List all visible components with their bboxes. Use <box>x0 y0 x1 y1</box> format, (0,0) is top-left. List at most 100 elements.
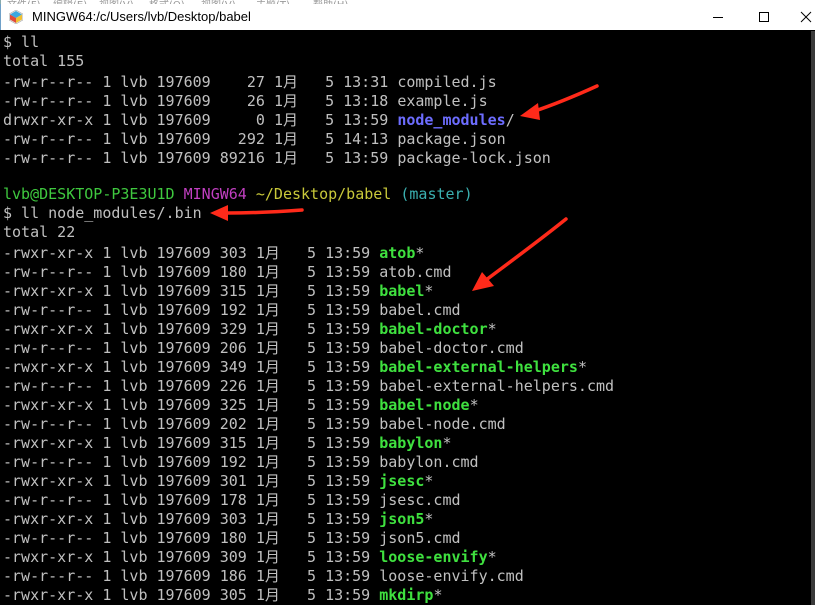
file-time: 13:59 <box>325 377 371 395</box>
file-group: 197609 <box>156 339 211 357</box>
file-day: 5 <box>307 510 317 528</box>
terminal-output[interactable]: $ ll total 155 -rw-r--r-- 1 lvb 197609 27 … <box>0 31 815 605</box>
file-group: 197609 <box>156 320 211 338</box>
close-button[interactable] <box>795 6 815 28</box>
file-links: 1 <box>102 472 112 490</box>
file-group: 197609 <box>156 510 211 528</box>
file-day: 5 <box>307 586 317 604</box>
scrollbar[interactable] <box>811 31 815 605</box>
file-size: 180 <box>219 529 247 547</box>
file-suffix: * <box>577 358 587 376</box>
file-name: loose-envify <box>379 548 488 566</box>
file-owner: lvb <box>120 358 148 376</box>
file-size: 303 <box>219 510 247 528</box>
file-day: 5 <box>307 320 317 338</box>
minimize-button[interactable] <box>704 6 732 28</box>
file-time: 13:59 <box>325 282 371 300</box>
file-owner: lvb <box>120 301 148 319</box>
file-size: 186 <box>219 567 247 585</box>
title-bar[interactable]: MINGW64:/c/Users/lvb/Desktop/babel <box>0 4 815 30</box>
file-time: 13:59 <box>325 567 371 585</box>
file-links: 1 <box>102 510 112 528</box>
file-name: node_modules <box>397 111 506 129</box>
file-day: 5 <box>307 396 317 414</box>
file-name: loose-envify.cmd <box>379 567 524 585</box>
file-size: 325 <box>219 396 247 414</box>
file-links: 1 <box>102 320 112 338</box>
minimize-icon <box>713 17 723 18</box>
file-links: 1 <box>102 434 112 452</box>
file-group: 197609 <box>156 529 211 547</box>
file-owner: lvb <box>120 92 148 110</box>
file-name: babel.cmd <box>379 301 461 319</box>
file-time: 13:59 <box>325 339 371 357</box>
file-group: 197609 <box>156 244 211 262</box>
file-group: 197609 <box>156 377 211 395</box>
file-month: 1月 <box>255 301 280 319</box>
file-month: 1月 <box>255 453 280 471</box>
file-day: 5 <box>325 149 335 167</box>
file-links: 1 <box>102 548 112 566</box>
close-icon <box>800 11 812 23</box>
file-day: 5 <box>307 415 317 433</box>
file-permissions: -rw-r--r-- <box>3 529 94 547</box>
file-size: 329 <box>219 320 247 338</box>
file-links: 1 <box>102 567 112 585</box>
file-day: 5 <box>307 358 317 376</box>
file-day: 5 <box>307 548 317 566</box>
file-month: 1月 <box>255 434 280 452</box>
file-month: 1月 <box>273 111 298 129</box>
file-time: 13:59 <box>325 434 371 452</box>
listing-row: -rwxr-xr-x 1 lvb 197609 303 1月 5 13:59 j… <box>3 508 433 528</box>
file-time: 13:59 <box>325 529 371 547</box>
listing-row: -rwxr-xr-x 1 lvb 197609 315 1月 5 13:59 b… <box>3 432 452 452</box>
file-group: 197609 <box>156 111 211 129</box>
file-owner: lvb <box>120 320 148 338</box>
file-day: 5 <box>307 301 317 319</box>
file-permissions: -rwxr-xr-x <box>3 434 94 452</box>
file-name: babel-doctor <box>379 320 488 338</box>
file-month: 1月 <box>273 92 298 110</box>
file-size: 349 <box>219 358 247 376</box>
file-day: 5 <box>325 130 335 148</box>
prompt-branch: (master) <box>400 185 473 203</box>
file-time: 13:59 <box>325 301 371 319</box>
file-permissions: -rwxr-xr-x <box>3 282 94 300</box>
file-permissions: -rw-r--r-- <box>3 130 94 148</box>
terminal-window: 文件(F) 编辑(E) 视图(V) 格式(O) 视图(V) 主题(T) 帮助(H… <box>0 0 815 605</box>
file-size: 27 <box>219 73 265 91</box>
file-name: package.json <box>397 130 506 148</box>
file-name: babylon <box>379 434 443 452</box>
total-line: total 22 <box>3 223 75 242</box>
total-line: total 155 <box>3 52 84 71</box>
file-permissions: -rwxr-xr-x <box>3 472 94 490</box>
file-size: 178 <box>219 491 247 509</box>
file-permissions: -rwxr-xr-x <box>3 244 94 262</box>
file-group: 197609 <box>156 396 211 414</box>
file-permissions: -rw-r--r-- <box>3 415 94 433</box>
file-size: 226 <box>219 377 247 395</box>
file-time: 13:31 <box>343 73 389 91</box>
file-name: json5 <box>379 510 425 528</box>
file-permissions: drwxr-xr-x <box>3 111 94 129</box>
listing-row: drwxr-xr-x 1 lvb 197609 0 1月 5 13:59 nod… <box>3 109 515 129</box>
file-owner: lvb <box>120 529 148 547</box>
prompt-line: lvb@DESKTOP-P3E3U1D MINGW64 ~/Desktop/ba… <box>3 185 473 204</box>
file-permissions: -rwxr-xr-x <box>3 358 94 376</box>
file-day: 5 <box>325 92 335 110</box>
file-links: 1 <box>102 111 112 129</box>
file-size: 192 <box>219 453 247 471</box>
listing-row: -rw-r--r-- 1 lvb 197609 26 1月 5 13:18 ex… <box>3 90 488 110</box>
file-permissions: -rwxr-xr-x <box>3 510 94 528</box>
listing-row: -rwxr-xr-x 1 lvb 197609 309 1月 5 13:59 l… <box>3 546 497 566</box>
file-owner: lvb <box>120 130 148 148</box>
file-day: 5 <box>307 472 317 490</box>
file-owner: lvb <box>120 339 148 357</box>
file-time: 13:59 <box>325 453 371 471</box>
maximize-button[interactable] <box>750 6 778 28</box>
file-day: 5 <box>307 339 317 357</box>
file-links: 1 <box>102 301 112 319</box>
file-time: 13:59 <box>325 510 371 528</box>
file-name: babel-external-helpers <box>379 358 578 376</box>
file-size: 303 <box>219 244 247 262</box>
